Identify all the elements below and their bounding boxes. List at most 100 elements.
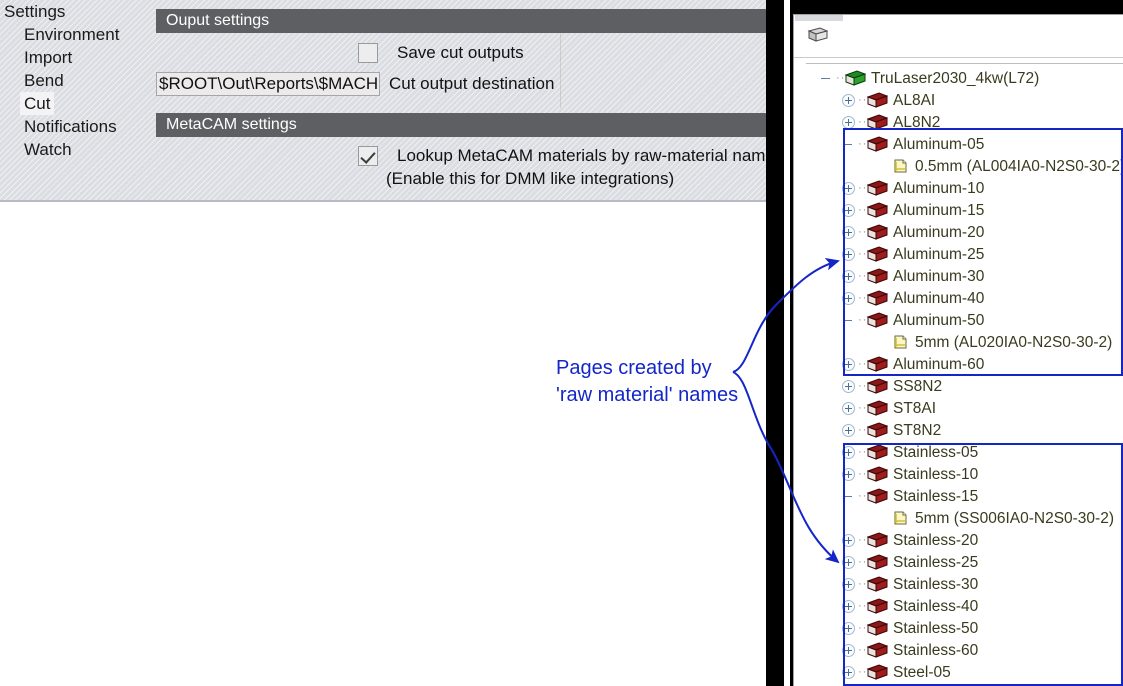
expand-plus-icon[interactable] bbox=[842, 665, 855, 679]
tree-row[interactable]: ·· SS8N2 bbox=[794, 375, 1123, 397]
tree-connector-dots: ·· bbox=[858, 248, 866, 260]
sheet-icon bbox=[892, 334, 910, 351]
settings-sidebar: Settings Environment Import Bend Cut Not… bbox=[0, 0, 150, 161]
expand-plus-icon[interactable] bbox=[842, 115, 855, 129]
tree-row[interactable]: ·· Stainless-05 bbox=[794, 441, 1123, 463]
tree-row-label: Stainless-15 bbox=[893, 487, 979, 505]
collapse-minus-icon[interactable] bbox=[842, 314, 855, 327]
expand-plus-icon[interactable] bbox=[842, 93, 855, 107]
tree-connector-dots: ·· bbox=[858, 424, 866, 436]
expand-plus-icon[interactable] bbox=[842, 577, 855, 591]
tree-connector-dots: ·· bbox=[836, 72, 844, 84]
tree-row[interactable]: 5mm (AL020IA0-N2S0-30-2) bbox=[794, 331, 1123, 353]
tree-connector-dots: ·· bbox=[858, 226, 866, 238]
red-book-icon bbox=[866, 267, 888, 285]
sidebar-item-watch[interactable]: Watch bbox=[0, 138, 150, 161]
sidebar-item-environment[interactable]: Environment bbox=[0, 23, 150, 46]
red-book-icon bbox=[866, 179, 888, 197]
sidebar-item-bend[interactable]: Bend bbox=[0, 69, 150, 92]
tree-row-label: Aluminum-25 bbox=[893, 245, 985, 263]
save-cut-outputs-row[interactable]: Save cut outputs bbox=[358, 43, 524, 63]
tree-row[interactable]: ·· Aluminum-30 bbox=[794, 265, 1123, 287]
tree-row[interactable]: ·· ST8N2 bbox=[794, 419, 1123, 441]
red-book-icon bbox=[866, 399, 888, 417]
expand-plus-icon[interactable] bbox=[842, 225, 855, 239]
tree-row[interactable]: ·· Aluminum-20 bbox=[794, 221, 1123, 243]
tree-row[interactable]: ·· Stainless-30 bbox=[794, 573, 1123, 595]
tree-row[interactable]: 5mm (SS006IA0-N2S0-30-2) bbox=[794, 507, 1123, 529]
tree-row-label: TruLaser2030_4kw(L72) bbox=[871, 69, 1040, 87]
tree-toolbar bbox=[794, 15, 1123, 58]
expand-plus-icon[interactable] bbox=[842, 467, 855, 481]
tree-row[interactable]: ·· Aluminum-05 bbox=[794, 133, 1123, 155]
tree-row[interactable]: ·· Stainless-40 bbox=[794, 595, 1123, 617]
expand-plus-icon[interactable] bbox=[842, 291, 855, 305]
lookup-metacam-row[interactable]: Lookup MetaCAM materials by raw-material… bbox=[358, 146, 775, 166]
tree-row[interactable]: ·· Stainless-60 bbox=[794, 639, 1123, 661]
tree-row[interactable]: ·· TruLaser2030_4kw(L72) bbox=[794, 67, 1123, 89]
expand-plus-icon[interactable] bbox=[842, 621, 855, 635]
red-book-icon bbox=[866, 619, 888, 637]
tree-connector-dots: ·· bbox=[858, 402, 866, 414]
tree-separator bbox=[806, 63, 1123, 64]
expand-plus-icon[interactable] bbox=[842, 599, 855, 613]
tree-row[interactable]: ·· Stainless-20 bbox=[794, 529, 1123, 551]
tree-connector-dots: ·· bbox=[858, 468, 866, 480]
tree-row[interactable]: ·· Stainless-15 bbox=[794, 485, 1123, 507]
tree-row[interactable]: ·· Steel-05 bbox=[794, 661, 1123, 683]
document-book-icon[interactable] bbox=[806, 27, 829, 45]
section-header-output: Ouput settings bbox=[156, 9, 780, 33]
tree-connector-dots: ·· bbox=[858, 292, 866, 304]
red-book-icon bbox=[866, 641, 888, 659]
tree-row[interactable]: ·· Aluminum-40 bbox=[794, 287, 1123, 309]
cut-output-destination-input[interactable]: $ROOT\Out\Reports\$MACH bbox=[156, 72, 380, 96]
tree-row[interactable]: ·· Aluminum-60 bbox=[794, 353, 1123, 375]
tree-toggle-spacer bbox=[868, 336, 881, 349]
expand-plus-icon[interactable] bbox=[842, 533, 855, 547]
tree-row[interactable]: ·· Stainless-10 bbox=[794, 463, 1123, 485]
collapse-minus-icon[interactable] bbox=[820, 72, 833, 85]
sidebar-item-cut[interactable]: Cut bbox=[20, 92, 55, 115]
tree-row-label: Stainless-10 bbox=[893, 465, 979, 483]
tree-row[interactable]: ·· Aluminum-10 bbox=[794, 177, 1123, 199]
expand-plus-icon[interactable] bbox=[842, 247, 855, 261]
expand-plus-icon[interactable] bbox=[842, 401, 855, 415]
red-book-icon bbox=[866, 355, 888, 373]
sidebar-item-import[interactable]: Import bbox=[0, 46, 150, 69]
expand-plus-icon[interactable] bbox=[842, 203, 855, 217]
tree-row[interactable]: ·· Aluminum-25 bbox=[794, 243, 1123, 265]
green-book-icon bbox=[844, 69, 866, 87]
expand-plus-icon[interactable] bbox=[842, 379, 855, 393]
tree-toggle-spacer bbox=[868, 160, 881, 173]
tree-row[interactable]: ·· AL8AI bbox=[794, 89, 1123, 111]
save-cut-outputs-checkbox[interactable] bbox=[358, 43, 378, 63]
red-book-icon bbox=[866, 113, 888, 131]
expand-plus-icon[interactable] bbox=[842, 643, 855, 657]
panel-divider bbox=[560, 33, 561, 108]
collapse-minus-icon[interactable] bbox=[842, 490, 855, 503]
collapse-minus-icon[interactable] bbox=[842, 138, 855, 151]
expand-plus-icon[interactable] bbox=[842, 269, 855, 283]
tree-row[interactable]: ·· AL8N2 bbox=[794, 111, 1123, 133]
sheet-icon bbox=[892, 510, 910, 527]
red-book-icon bbox=[866, 377, 888, 395]
red-book-icon bbox=[866, 443, 888, 461]
red-book-icon bbox=[866, 201, 888, 219]
tree-row[interactable]: ·· Aluminum-50 bbox=[794, 309, 1123, 331]
tree-row[interactable]: 0.5mm (AL004IA0-N2S0-30-2) bbox=[794, 155, 1123, 177]
lookup-metacam-checkbox[interactable] bbox=[358, 146, 378, 166]
lookup-metacam-sublabel: (Enable this for DMM like integrations) bbox=[386, 169, 675, 188]
tree-row[interactable]: ·· Stainless-25 bbox=[794, 551, 1123, 573]
cut-output-destination-row: $ROOT\Out\Reports\$MACH Cut output desti… bbox=[156, 72, 554, 96]
tree-row[interactable]: ·· ST8AI bbox=[794, 397, 1123, 419]
cut-output-destination-label: Cut output destination bbox=[389, 74, 555, 93]
tree-row[interactable]: ·· Stainless-50 bbox=[794, 617, 1123, 639]
expand-plus-icon[interactable] bbox=[842, 445, 855, 459]
expand-plus-icon[interactable] bbox=[842, 423, 855, 437]
tree-row[interactable]: ·· Aluminum-15 bbox=[794, 199, 1123, 221]
expand-plus-icon[interactable] bbox=[842, 357, 855, 371]
expand-plus-icon[interactable] bbox=[842, 181, 855, 195]
sidebar-item-notifications[interactable]: Notifications bbox=[0, 115, 150, 138]
expand-plus-icon[interactable] bbox=[842, 555, 855, 569]
sidebar-item-cut-wrapper: Cut bbox=[0, 92, 150, 115]
